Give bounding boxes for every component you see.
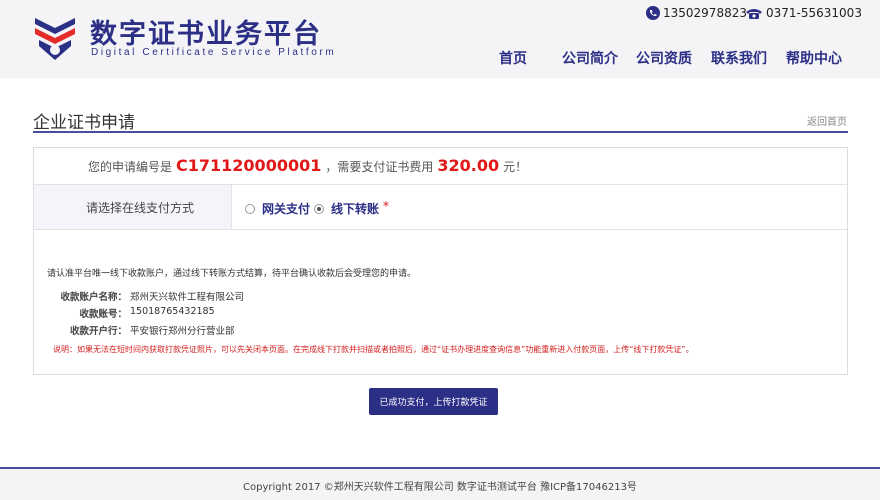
mobile-number: 13502978823 (663, 6, 747, 20)
nav-help[interactable]: 帮助中心 (786, 48, 842, 68)
logo-icon (35, 18, 75, 60)
field-account-name-key: 收款账户名称： (60, 292, 127, 303)
telephone-icon (746, 8, 762, 19)
field-account-number-key: 收款账号： (79, 309, 127, 320)
summary-middle: ，需要支付证书费用 (325, 160, 434, 174)
transfer-instructions: 请认准平台唯一线下收款账户，通过线下转账方式结算，待平台确认收款后会受理您的申请… (47, 269, 417, 279)
summary-prefix: 您的申请编号是 (88, 160, 173, 174)
application-summary-row: 您的申请编号是 C171120000001 ，需要支付证书费用 320.00 元！ (34, 148, 847, 185)
page-title: 企业证书申请 (33, 113, 135, 133)
mobile-contact: 13502978823 (646, 6, 747, 20)
application-number: C171120000001 (176, 156, 322, 175)
fee-amount: 320.00 (437, 156, 500, 175)
logo-title: 数字证书业务平台 (90, 19, 322, 50)
site-header: 数字证书业务平台 Digital Certificate Service Pla… (0, 0, 880, 78)
application-panel: 您的申请编号是 C171120000001 ，需要支付证书费用 320.00 元！ 请选… (33, 147, 848, 375)
upload-receipt-button[interactable]: 已成功支付，上传打款凭证 (369, 388, 498, 415)
required-mark: * (383, 199, 389, 213)
landline-contact: 0371-55631003 (745, 6, 862, 20)
phone-icon (646, 6, 660, 20)
summary-suffix: 元！ (503, 160, 528, 174)
payment-option-gateway[interactable]: 网关支付 (245, 200, 310, 217)
nav-qualification[interactable]: 公司资质 (636, 48, 692, 68)
application-summary: 您的申请编号是 C171120000001 ，需要支付证书费用 320.00 元！ (88, 156, 527, 175)
radio-gateway[interactable] (245, 203, 255, 214)
payment-option-gateway-label: 网关支付 (262, 202, 311, 216)
field-bank-key: 收款开户行： (69, 326, 127, 337)
field-account-number-value: 15018765432185 (130, 306, 215, 317)
transfer-note: 说明：如果无法在短时间内获取打款凭证照片，可以先关闭本页面。在完成线下打款并扫描… (53, 345, 694, 354)
radio-offline[interactable] (314, 203, 324, 214)
payment-method-row: 请选择在线支付方式 网关支付 线下转账 * (34, 185, 847, 230)
nav-home[interactable]: 首页 (499, 48, 527, 68)
back-home-link[interactable]: 返回首页 (807, 113, 847, 128)
field-account-name-value: 郑州天兴软件工程有限公司 (130, 292, 245, 303)
title-divider (33, 131, 848, 133)
logo-subtitle: Digital Certificate Service Platform (91, 47, 337, 58)
field-bank-value: 平安银行郑州分行营业部 (130, 326, 235, 337)
payment-option-offline[interactable]: 线下转账 (314, 200, 379, 217)
site-footer: Copyright 2017 ©郑州天兴软件工程有限公司 数字证书测试平台 豫I… (0, 469, 880, 500)
copyright-text: Copyright 2017 ©郑州天兴软件工程有限公司 数字证书测试平台 豫I… (243, 482, 637, 493)
payment-option-offline-label: 线下转账 (331, 202, 380, 216)
nav-contact[interactable]: 联系我们 (711, 48, 767, 68)
nav-about[interactable]: 公司简介 (562, 48, 618, 68)
payment-method-label: 请选择在线支付方式 (86, 201, 195, 215)
payment-method-label-cell: 请选择在线支付方式 (34, 185, 232, 229)
landline-number: 0371-55631003 (766, 6, 862, 20)
